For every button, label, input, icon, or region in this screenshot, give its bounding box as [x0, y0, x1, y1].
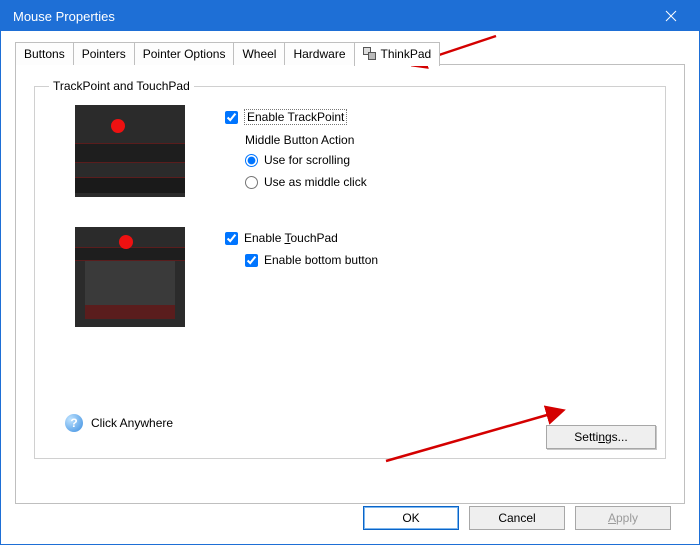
checkbox-enable-trackpoint[interactable]: Enable TrackPoint: [225, 109, 651, 125]
checkbox-enable-bottom-button[interactable]: Enable bottom button: [245, 253, 651, 267]
tab-pointers[interactable]: Pointers: [73, 42, 135, 65]
close-icon: [665, 10, 677, 22]
thumbnail-trackpoint: [75, 105, 185, 197]
trackpoint-options: Enable TrackPoint Middle Button Action U…: [225, 105, 651, 197]
settings-button[interactable]: Settings...: [546, 425, 656, 449]
row-trackpoint: Enable TrackPoint Middle Button Action U…: [49, 105, 651, 197]
tab-buttons[interactable]: Buttons: [15, 42, 74, 65]
window-title: Mouse Properties: [13, 9, 651, 24]
checkbox-enable-touchpad-label: Enable TouchPad: [244, 231, 338, 245]
apply-button[interactable]: Apply: [575, 506, 671, 530]
tab-thinkpad[interactable]: ThinkPad: [354, 42, 441, 66]
dialog-button-row: OK Cancel Apply: [363, 506, 671, 530]
radio-use-for-scrolling-input[interactable]: [245, 154, 258, 167]
tab-strip: Buttons Pointers Pointer Options Wheel H…: [15, 41, 685, 65]
tab-wheel[interactable]: Wheel: [233, 42, 285, 65]
radio-use-for-scrolling-label: Use for scrolling: [264, 153, 350, 167]
radio-use-as-middle-click-input[interactable]: [245, 176, 258, 189]
tab-hardware[interactable]: Hardware: [284, 42, 354, 65]
group-legend: TrackPoint and TouchPad: [49, 79, 194, 93]
ok-button[interactable]: OK: [363, 506, 459, 530]
touchpad-options: Enable TouchPad Enable bottom button: [225, 227, 651, 275]
tab-pointer-options[interactable]: Pointer Options: [134, 42, 235, 65]
radio-use-for-scrolling[interactable]: Use for scrolling: [245, 153, 651, 167]
help-icon: ?: [65, 414, 83, 432]
group-trackpoint-touchpad: TrackPoint and TouchPad Enable TrackPoin…: [34, 79, 666, 459]
tab-panel-thinkpad: TrackPoint and TouchPad Enable TrackPoin…: [15, 64, 685, 504]
close-button[interactable]: [651, 1, 691, 31]
link-click-anywhere[interactable]: ? Click Anywhere: [65, 414, 173, 432]
checkbox-enable-bottom-button-label: Enable bottom button: [264, 253, 378, 267]
click-anywhere-label: Click Anywhere: [91, 416, 173, 430]
radio-use-as-middle-click-label: Use as middle click: [264, 175, 367, 189]
checkbox-enable-touchpad[interactable]: Enable TouchPad: [225, 231, 651, 245]
thinkpad-icon: [363, 47, 377, 61]
dialog-content: Buttons Pointers Pointer Options Wheel H…: [1, 31, 699, 544]
checkbox-enable-touchpad-input[interactable]: [225, 232, 238, 245]
cancel-button[interactable]: Cancel: [469, 506, 565, 530]
checkbox-enable-trackpoint-input[interactable]: [225, 111, 238, 124]
titlebar: Mouse Properties: [1, 1, 699, 31]
mouse-properties-window: Mouse Properties Buttons Pointers Pointe…: [0, 0, 700, 545]
row-touchpad: Enable TouchPad Enable bottom button: [49, 227, 651, 327]
checkbox-enable-bottom-button-input[interactable]: [245, 254, 258, 267]
label-middle-button-action: Middle Button Action: [245, 133, 651, 147]
thumbnail-touchpad: [75, 227, 185, 327]
checkbox-enable-trackpoint-label: Enable TrackPoint: [244, 109, 347, 125]
radio-use-as-middle-click[interactable]: Use as middle click: [245, 175, 651, 189]
